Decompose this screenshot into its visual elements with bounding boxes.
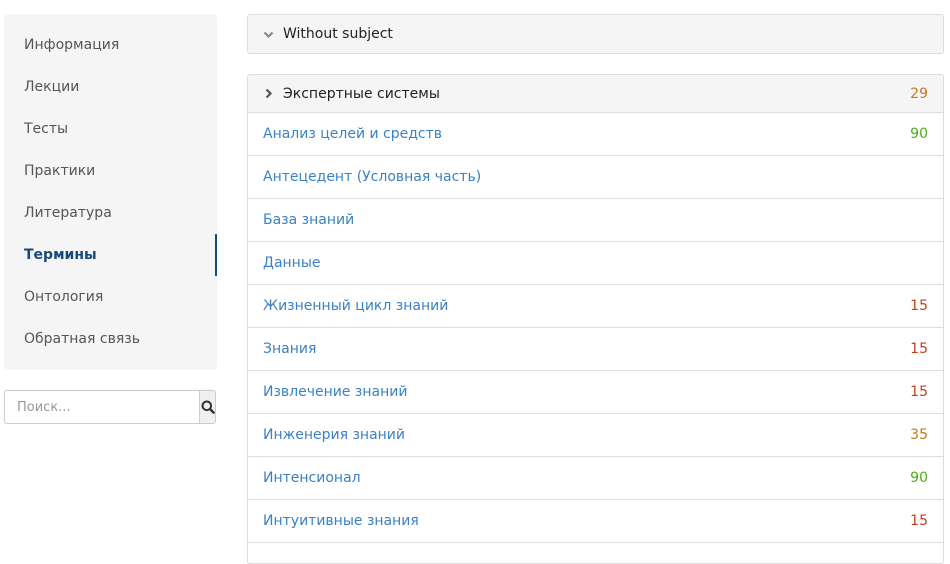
panel-heading-without-subject[interactable]: Without subject	[248, 15, 943, 53]
term-row: Антецедент (Условная часть)	[248, 156, 943, 199]
panel-count-badge: 29	[910, 85, 928, 102]
sidebar-item-info[interactable]: Информация	[4, 24, 217, 66]
sidebar-nav: Информация Лекции Тесты Практики Литерат…	[4, 14, 217, 370]
search-input[interactable]	[4, 390, 199, 424]
term-row: Интуитивные знания 15	[248, 500, 943, 543]
term-link[interactable]: Жизненный цикл знаний	[263, 298, 910, 314]
term-row: Жизненный цикл знаний 15	[248, 285, 943, 328]
term-count: 15	[910, 513, 928, 529]
sidebar-item-lectures[interactable]: Лекции	[4, 66, 217, 108]
term-row: Данные	[248, 242, 943, 285]
chevron-down-icon	[263, 29, 274, 40]
panel-title: Without subject	[283, 26, 393, 42]
sidebar-item-ontology[interactable]: Онтология	[4, 276, 217, 318]
term-link[interactable]: Анализ целей и средств	[263, 126, 910, 142]
search-icon	[201, 400, 215, 414]
panel-without-subject: Without subject	[247, 14, 944, 54]
sidebar-item-literature[interactable]: Литература	[4, 192, 217, 234]
term-row: Инженерия знаний 35	[248, 414, 943, 457]
sidebar-item-terms[interactable]: Термины	[4, 234, 217, 276]
term-link[interactable]: Знания	[263, 341, 910, 357]
term-link[interactable]: Извлечение знаний	[263, 384, 910, 400]
term-count: 15	[910, 384, 928, 400]
chevron-right-icon	[263, 88, 274, 99]
term-link[interactable]: Данные	[263, 255, 928, 271]
term-link[interactable]: Инженерия знаний	[263, 427, 910, 443]
term-count: 90	[910, 126, 928, 142]
term-count: 15	[910, 341, 928, 357]
term-link[interactable]: Интенсионал	[263, 470, 910, 486]
term-row: Знания 15	[248, 328, 943, 371]
sidebar-item-practices[interactable]: Практики	[4, 150, 217, 192]
term-link[interactable]: Антецедент (Условная часть)	[263, 169, 928, 185]
panel-heading-expert-systems[interactable]: Экспертные системы 29	[248, 75, 943, 113]
term-link[interactable]: База знаний	[263, 212, 928, 228]
term-link[interactable]: Интуитивные знания	[263, 513, 910, 529]
panel-title: Экспертные системы	[283, 85, 440, 102]
term-count: 35	[910, 427, 928, 443]
panel-expert-systems: Экспертные системы 29 Анализ целей и сре…	[247, 74, 944, 564]
sidebar-item-feedback[interactable]: Обратная связь	[4, 318, 217, 360]
term-row: Интенсионал 90	[248, 457, 943, 500]
search-box	[4, 390, 216, 424]
sidebar-item-tests[interactable]: Тесты	[4, 108, 217, 150]
search-button[interactable]	[199, 390, 216, 424]
term-row: Извлечение знаний 15	[248, 371, 943, 414]
term-count: 90	[910, 470, 928, 486]
term-row: База знаний	[248, 199, 943, 242]
term-count: 15	[910, 298, 928, 314]
term-row: Анализ целей и средств 90	[248, 113, 943, 156]
